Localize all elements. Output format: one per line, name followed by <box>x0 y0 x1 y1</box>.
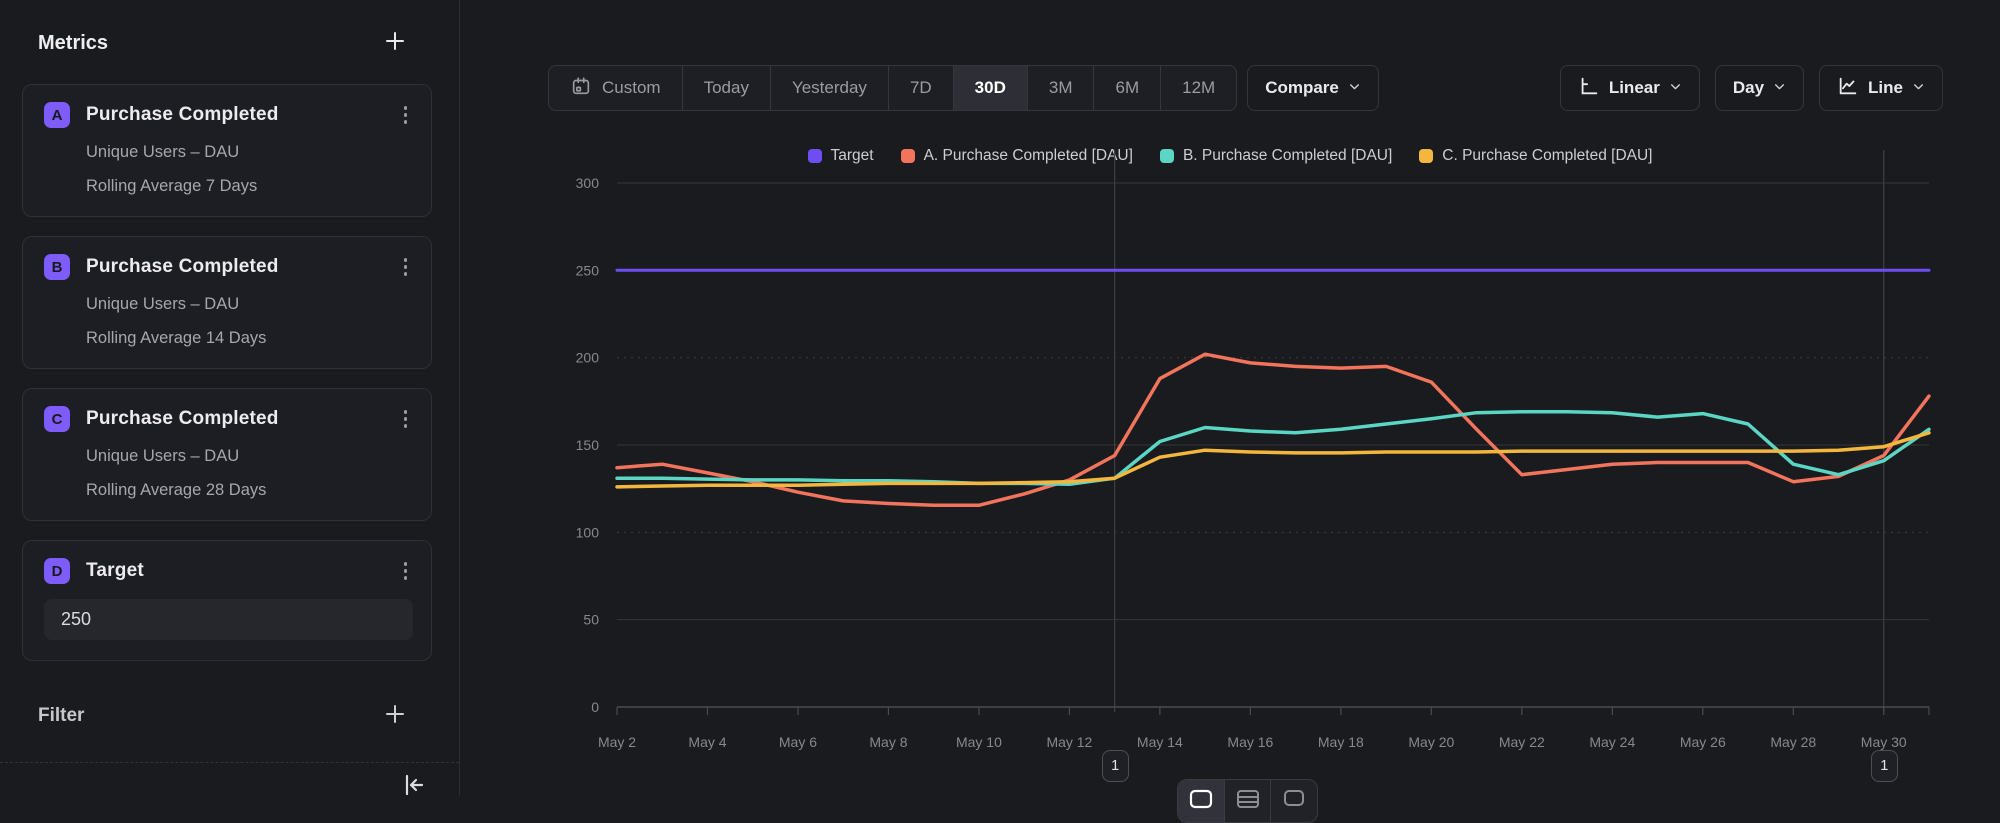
target-title: Target <box>86 560 398 582</box>
chart-legend: Target A. Purchase Completed [DAU] B. Pu… <box>460 147 2000 165</box>
view-mode-both-button[interactable] <box>1270 780 1317 822</box>
metrics-title: Metrics <box>38 32 108 55</box>
linear-axis-icon <box>1578 75 1600 102</box>
chevron-down-icon <box>1912 78 1925 98</box>
metric-rolling-average: Rolling Average 28 Days <box>86 481 413 500</box>
legend-swatch <box>808 149 822 163</box>
kebab-menu-icon[interactable] <box>398 254 414 280</box>
range-tab-30d[interactable]: 30D <box>953 66 1027 110</box>
metric-measure: Unique Users – DAU <box>86 295 413 314</box>
add-filter-button[interactable] <box>383 704 407 728</box>
legend-item-b[interactable]: B. Purchase Completed [DAU] <box>1160 147 1392 165</box>
chart-view-icon <box>1189 789 1213 822</box>
metric-title: Purchase Completed <box>86 256 398 278</box>
range-tab-label: 30D <box>975 78 1006 98</box>
range-tab-label: 7D <box>910 78 932 98</box>
view-mode-chart-button[interactable] <box>1178 780 1224 822</box>
scale-dropdown[interactable]: Linear <box>1560 65 1700 111</box>
legend-label: C. Purchase Completed [DAU] <box>1442 147 1652 165</box>
interval-label: Day <box>1733 78 1764 98</box>
metric-title: Purchase Completed <box>86 408 398 430</box>
range-tab-label: 6M <box>1115 78 1139 98</box>
metric-measure: Unique Users – DAU <box>86 143 413 162</box>
legend-swatch <box>1160 149 1174 163</box>
legend-swatch <box>1419 149 1433 163</box>
chart-type-label: Line <box>1868 78 1903 98</box>
legend-label: A. Purchase Completed [DAU] <box>924 147 1133 165</box>
scale-label: Linear <box>1609 78 1660 98</box>
view-mode-table-button[interactable] <box>1224 780 1271 822</box>
chevron-down-icon <box>1669 78 1682 98</box>
metric-rolling-average: Rolling Average 7 Days <box>86 177 413 196</box>
range-tab-label: Today <box>704 78 749 98</box>
range-tab-7d[interactable]: 7D <box>888 66 953 110</box>
plus-icon <box>384 703 406 730</box>
annotation-badge[interactable]: 1 <box>1102 750 1129 782</box>
legend-item-target[interactable]: Target <box>808 147 874 165</box>
table-view-icon <box>1236 789 1260 822</box>
range-tab-12m[interactable]: 12M <box>1160 66 1236 110</box>
split-view-icon <box>1282 789 1306 822</box>
range-tab-label: 3M <box>1049 78 1073 98</box>
kebab-menu-icon[interactable] <box>398 558 414 584</box>
annotation-badge[interactable]: 1 <box>1871 750 1898 782</box>
metrics-sidebar: Metrics A Purchase Completed Unique User… <box>0 0 460 796</box>
range-tab-6m[interactable]: 6M <box>1093 66 1160 110</box>
chart-type-dropdown[interactable]: Line <box>1819 65 1943 111</box>
chevron-down-icon <box>1773 78 1786 98</box>
legend-item-c[interactable]: C. Purchase Completed [DAU] <box>1419 147 1652 165</box>
target-value-input[interactable] <box>44 599 413 640</box>
toolbar-left-group: Custom Today Yesterday 7D 30D 3M 6M 12M … <box>548 65 1379 111</box>
toolbar-right-group: Linear Day Line <box>1560 65 1943 111</box>
legend-swatch <box>901 149 915 163</box>
filter-header: Filter <box>38 703 407 729</box>
compare-label: Compare <box>1265 78 1339 98</box>
metric-card-c-title-row: C Purchase Completed <box>44 406 413 432</box>
view-mode-toggle <box>1177 779 1318 823</box>
collapse-left-icon <box>399 786 427 803</box>
range-tab-label: Yesterday <box>792 78 867 98</box>
range-tab-label: Custom <box>602 78 661 98</box>
range-tab-today[interactable]: Today <box>682 66 770 110</box>
calendar-icon <box>570 75 592 102</box>
metric-badge-a: A <box>44 102 70 128</box>
metrics-header: Metrics <box>38 30 407 56</box>
range-tab-yesterday[interactable]: Yesterday <box>770 66 888 110</box>
legend-label: B. Purchase Completed [DAU] <box>1183 147 1392 165</box>
metric-card-a-title-row: A Purchase Completed <box>44 102 413 128</box>
add-metric-button[interactable] <box>383 31 407 55</box>
line-chart-icon <box>1837 75 1859 102</box>
range-tab-custom[interactable]: Custom <box>549 66 682 110</box>
metric-badge-b: B <box>44 254 70 280</box>
metric-rolling-average: Rolling Average 14 Days <box>86 329 413 348</box>
metric-badge-c: C <box>44 406 70 432</box>
plus-icon <box>384 30 406 57</box>
legend-item-a[interactable]: A. Purchase Completed [DAU] <box>901 147 1133 165</box>
legend-label: Target <box>831 147 874 165</box>
sidebar-divider <box>0 762 459 763</box>
filter-title: Filter <box>38 705 84 727</box>
chevron-down-icon <box>1348 78 1361 98</box>
compare-button[interactable]: Compare <box>1247 65 1379 111</box>
range-tab-label: 12M <box>1182 78 1215 98</box>
chart-panel: Custom Today Yesterday 7D 30D 3M 6M 12M … <box>460 0 2000 796</box>
kebab-menu-icon[interactable] <box>398 102 414 128</box>
collapse-sidebar-button[interactable] <box>399 771 427 799</box>
target-card[interactable]: D Target <box>22 540 432 661</box>
kebab-menu-icon[interactable] <box>398 406 414 432</box>
range-tab-3m[interactable]: 3M <box>1027 66 1094 110</box>
metric-card-a[interactable]: A Purchase Completed Unique Users – DAU … <box>22 84 432 217</box>
target-card-title-row: D Target <box>44 558 413 584</box>
interval-dropdown[interactable]: Day <box>1715 65 1804 111</box>
chart-toolbar: Custom Today Yesterday 7D 30D 3M 6M 12M … <box>548 65 1943 111</box>
date-range-control: Custom Today Yesterday 7D 30D 3M 6M 12M <box>548 65 1237 111</box>
metric-card-c[interactable]: C Purchase Completed Unique Users – DAU … <box>22 388 432 521</box>
metric-badge-d: D <box>44 558 70 584</box>
metric-title: Purchase Completed <box>86 104 398 126</box>
metric-card-b-title-row: B Purchase Completed <box>44 254 413 280</box>
metric-card-b[interactable]: B Purchase Completed Unique Users – DAU … <box>22 236 432 369</box>
metric-measure: Unique Users – DAU <box>86 447 413 466</box>
